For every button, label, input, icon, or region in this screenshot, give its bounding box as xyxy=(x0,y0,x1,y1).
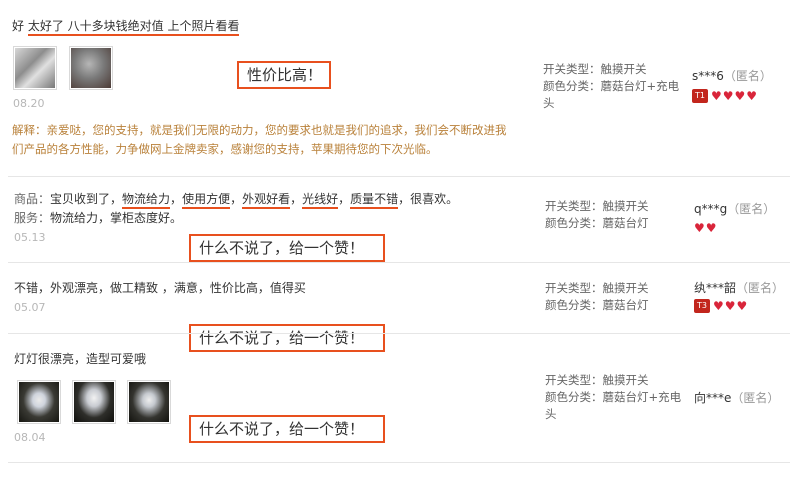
review-date: 08.04 xyxy=(14,431,46,444)
heart-icon: ♥ xyxy=(694,221,705,235)
annotation-callout: 什么不说了，给一个赞！ xyxy=(189,324,385,352)
reviewer-level: T1 ♥ ♥ ♥ ♥ xyxy=(692,89,757,103)
level-badge-icon: T1 xyxy=(692,89,708,103)
review-tag: 外观好看 xyxy=(242,192,291,209)
review-tag: 光线好 xyxy=(302,192,339,209)
review-date: 05.07 xyxy=(14,301,46,314)
review-tag: 物流给力 xyxy=(122,192,171,209)
seller-reply: 解释：亲爱哒，您的支持，就是我们无限的动力，您的要求也就是我们的追求，我们会不断… xyxy=(12,123,507,156)
review-date: 05.13 xyxy=(14,231,46,244)
review-date: 08.20 xyxy=(13,97,45,110)
sku-color: 颜色分类：蘑菇台灯+充电头 xyxy=(543,79,680,110)
sku-color: 颜色分类：蘑菇台灯 xyxy=(545,216,649,230)
sku-color: 颜色分类：蘑菇台灯 xyxy=(545,298,649,312)
heart-icon: ♥ xyxy=(713,299,724,313)
divider xyxy=(8,262,790,263)
heart-icon: ♥ xyxy=(724,299,736,313)
reviewer-level: T3 ♥ ♥ ♥ xyxy=(694,299,747,313)
review-photo-thumbnail[interactable] xyxy=(72,380,116,424)
level-badge-icon: T3 xyxy=(694,299,710,313)
reviewer-name: 纨***韶（匿名） xyxy=(694,281,785,295)
annotation-callout: 什么不说了，给一个赞！ xyxy=(189,234,385,262)
service-text: 服务：物流给力，掌柜态度好。 xyxy=(14,211,183,225)
review-text: 商品：宝贝收到了，物流给力，使用方便，外观好看，光线好，质量不错，很喜欢。 xyxy=(14,191,458,209)
review-text: 灯灯很漂亮，造型可爱哦 xyxy=(14,352,147,366)
sku-switch-type: 开关类型：触摸开关 xyxy=(543,62,647,76)
heart-icon: ♥ xyxy=(722,89,734,103)
reviewer-name: q***g（匿名） xyxy=(694,202,776,216)
sku-switch-type: 开关类型：触摸开关 xyxy=(545,281,649,295)
review-photo-thumbnail[interactable] xyxy=(69,46,113,90)
sku-switch-type: 开关类型：触摸开关 xyxy=(545,199,649,213)
review-photo-thumbnail[interactable] xyxy=(127,380,171,424)
heart-icon: ♥ xyxy=(746,89,758,103)
heart-icon: ♥ xyxy=(736,299,748,313)
review-tag: 使用方便 xyxy=(182,192,231,209)
review-photo-thumbnail[interactable] xyxy=(13,46,57,90)
annotation-callout: 性价比高！ xyxy=(237,61,331,89)
review-text: 不错，外观漂亮，做工精致 ，满意，性价比高，值得买 xyxy=(14,281,306,295)
heart-icon: ♥ xyxy=(705,221,717,235)
review-photo-thumbnail[interactable] xyxy=(17,380,61,424)
reviewer-name: s***6（匿名） xyxy=(692,69,772,83)
reviewer-name: 向***e（匿名） xyxy=(694,391,780,405)
heart-icon: ♥ xyxy=(734,89,746,103)
annotation-callout: 什么不说了，给一个赞！ xyxy=(189,415,385,443)
review-text: 好 太好了 八十多块钱绝对值 上个照片看看 xyxy=(12,18,240,36)
heart-icon: ♥ xyxy=(711,89,722,103)
review-tag: 质量不错 xyxy=(350,192,399,209)
sku-color: 颜色分类：蘑菇台灯+充电头 xyxy=(545,390,682,421)
divider xyxy=(8,176,790,177)
divider xyxy=(8,333,790,334)
sku-switch-type: 开关类型：触摸开关 xyxy=(545,373,649,387)
reviewer-level: ♥ ♥ xyxy=(694,222,717,234)
divider xyxy=(8,462,790,463)
